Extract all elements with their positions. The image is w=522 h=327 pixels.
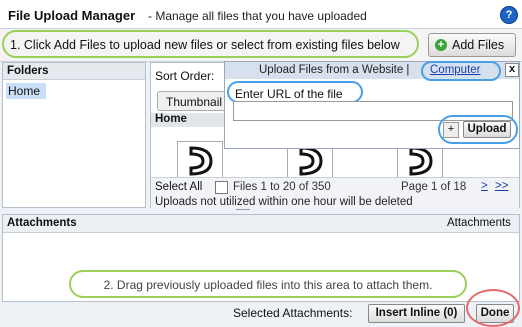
file-preview-icon [189,146,213,176]
attachments-panel: Attachments Attachments 2. Drag previous… [2,214,520,302]
add-files-label: Add Files [452,38,505,52]
select-all-checkbox[interactable] [215,181,228,194]
files-range: Files 1 to 20 of 350 [233,181,331,193]
file-thumbnail[interactable] [177,141,223,179]
computer-link-highlight [421,61,501,81]
next-page-link[interactable]: > [481,180,488,192]
attachments-header: Attachments Attachments [3,215,519,233]
browser-footer: Select All Files 1 to 20 of 350 Page 1 o… [151,177,519,208]
select-all-label: Select All [155,181,203,193]
url-label-highlight [227,81,363,103]
sort-order-label: Sort Order: [155,69,215,83]
popup-title: Upload Files from a Website | [259,64,410,76]
step1-highlight [2,30,419,58]
attachments-title: Attachments [7,217,77,229]
attachments-right-label: Attachments [447,217,511,229]
close-icon[interactable]: x [505,63,519,77]
upload-url-popup: Upload Files from a Website | Computer x… [224,61,520,149]
uploads-note: Uploads not utilized within one hour wil… [155,196,413,208]
add-icon: + [435,39,447,51]
drag-hint-highlight: 2. Drag previously uploaded files into t… [69,270,467,298]
folder-item-label: Home [8,84,41,98]
folders-panel: Folders Home [2,62,146,208]
popup-header: Upload Files from a Website | Computer x [225,61,519,81]
folders-header: Folders [3,63,145,80]
folders-title: Folders [7,65,49,77]
bottom-bar: Selected Attachments: Insert Inline (0) … [0,289,522,327]
drag-hint: 2. Drag previously uploaded files into t… [103,278,433,292]
last-page-link[interactable]: >> [495,180,508,192]
insert-inline-button[interactable]: Insert Inline (0) [368,304,465,323]
selected-attachments-label: Selected Attachments: [233,306,353,320]
help-icon[interactable]: ? [500,6,518,24]
current-folder-label: Home [155,113,187,125]
page-subtitle: - Manage all files that you have uploade… [148,9,367,23]
upload-button-highlight [438,115,518,144]
file-preview-icon [299,146,323,176]
add-files-button[interactable]: + Add Files [428,33,516,57]
page-title: File Upload Manager [8,8,136,23]
folder-item-home[interactable]: Home [6,83,46,99]
page-info: Page 1 of 18 [401,181,467,193]
file-preview-icon [409,146,433,176]
view-mode-label: Thumbnail [166,95,223,109]
done-button-highlight [466,289,520,327]
